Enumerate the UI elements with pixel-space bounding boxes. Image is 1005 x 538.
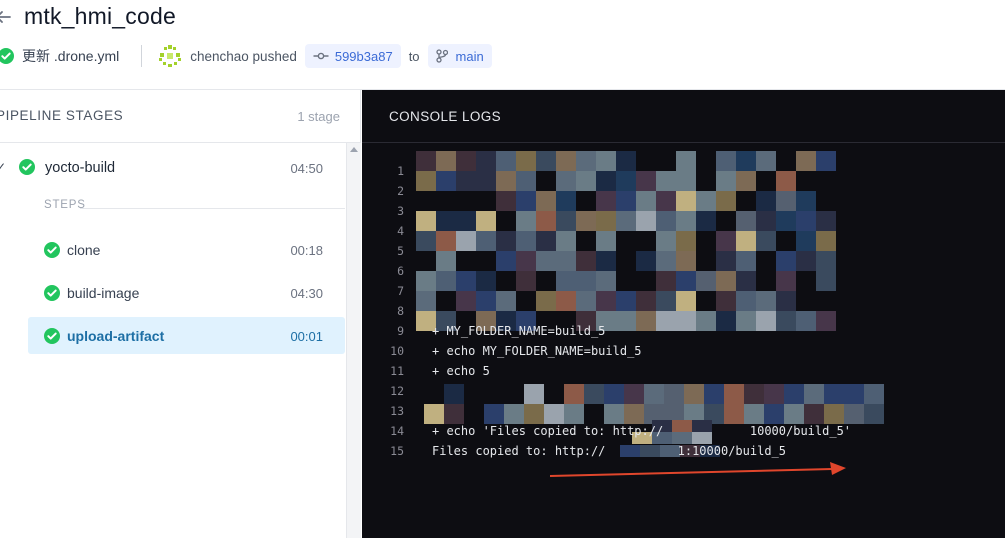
step-success-icon — [44, 328, 60, 344]
page-header: mtk_hmi_code 更新 .drone.yml chenchao push… — [0, 0, 1005, 90]
log-line: 12 — [390, 384, 404, 398]
avatar — [159, 45, 182, 67]
log-line: 9 + MY_FOLDER_NAME=build_5 — [397, 324, 606, 338]
log-line: 10 + echo MY_FOLDER_NAME=build_5 — [390, 344, 642, 358]
console-logs-heading: CONSOLE LOGS — [389, 109, 502, 124]
commit-message[interactable]: 更新 .drone.yml — [22, 46, 119, 66]
pipeline-header: PIPELINE STAGES 1 stage — [0, 90, 361, 143]
log-line: 7 — [397, 284, 404, 298]
stage-yocto-build[interactable]: ✓ yocto-build 04:50 — [0, 156, 345, 182]
branch-name: main — [455, 48, 484, 64]
log-line: 8 — [397, 304, 404, 318]
commit-author: chenchao pushed — [190, 48, 297, 64]
branch-icon — [435, 49, 448, 63]
console-panel: CONSOLE LOGS 1 2 3 4 5 6 7 8 9 + MY_FOLDE… — [362, 90, 1005, 538]
step-build-image[interactable]: build-image 04:30 — [28, 274, 345, 311]
meta-divider — [141, 45, 143, 67]
scroll-up-icon[interactable] — [350, 147, 358, 152]
step-upload-artifact[interactable]: upload-artifact 00:01 — [28, 317, 345, 354]
scrollbar[interactable] — [346, 143, 361, 538]
step-success-icon — [44, 285, 60, 301]
step-duration: 00:18 — [290, 243, 323, 258]
chevron-down-icon[interactable]: ✓ — [0, 160, 6, 174]
build-meta: 更新 .drone.yml chenchao pushed 599b3a87 t… — [0, 44, 492, 68]
log-line: 13 — [390, 404, 404, 418]
steps-label: STEPS — [44, 199, 86, 211]
log-line: 5 — [397, 244, 404, 258]
commit-icon — [313, 52, 329, 60]
red-arrow-annotation — [550, 462, 846, 477]
step-name: clone — [67, 242, 101, 258]
log-line: 4 — [397, 224, 404, 238]
steps-divider — [80, 208, 345, 209]
stage-duration: 04:50 — [290, 161, 323, 176]
stage-name: yocto-build — [45, 160, 116, 176]
step-success-icon — [44, 242, 60, 258]
commit-hash: 599b3a87 — [334, 48, 393, 64]
console-header: CONSOLE LOGS — [362, 90, 1005, 143]
back-arrow-icon[interactable] — [0, 8, 12, 26]
log-line: 6 — [397, 264, 404, 278]
repo-title[interactable]: mtk_hmi_code — [24, 3, 176, 30]
commit-hash-chip[interactable]: 599b3a87 — [304, 44, 401, 68]
log-line: 11 + echo 5 — [390, 364, 490, 378]
stage-count: 1 stage — [297, 109, 340, 124]
step-duration: 04:30 — [290, 286, 323, 301]
log-line: 14 + echo 'Files copied to: http:// 10000… — [390, 424, 852, 438]
log-line: 2 — [397, 184, 404, 198]
stage-success-icon — [19, 159, 35, 175]
pipeline-panel: PIPELINE STAGES 1 stage ✓ yocto-build 04… — [0, 90, 361, 538]
step-name: build-image — [67, 285, 140, 301]
step-name: upload-artifact — [67, 328, 165, 344]
log-line: 1 — [397, 164, 404, 178]
pipeline-stages-heading: PIPELINE STAGES — [0, 108, 124, 123]
log-line: 3 — [397, 204, 404, 218]
log-line: 15 Files copied to: http:// 1:10000/build… — [390, 444, 787, 458]
to-label: to — [408, 48, 420, 64]
step-clone[interactable]: clone 00:18 — [28, 231, 345, 268]
build-success-icon — [0, 48, 14, 64]
step-duration: 00:01 — [290, 329, 323, 344]
branch-chip[interactable]: main — [427, 44, 492, 68]
